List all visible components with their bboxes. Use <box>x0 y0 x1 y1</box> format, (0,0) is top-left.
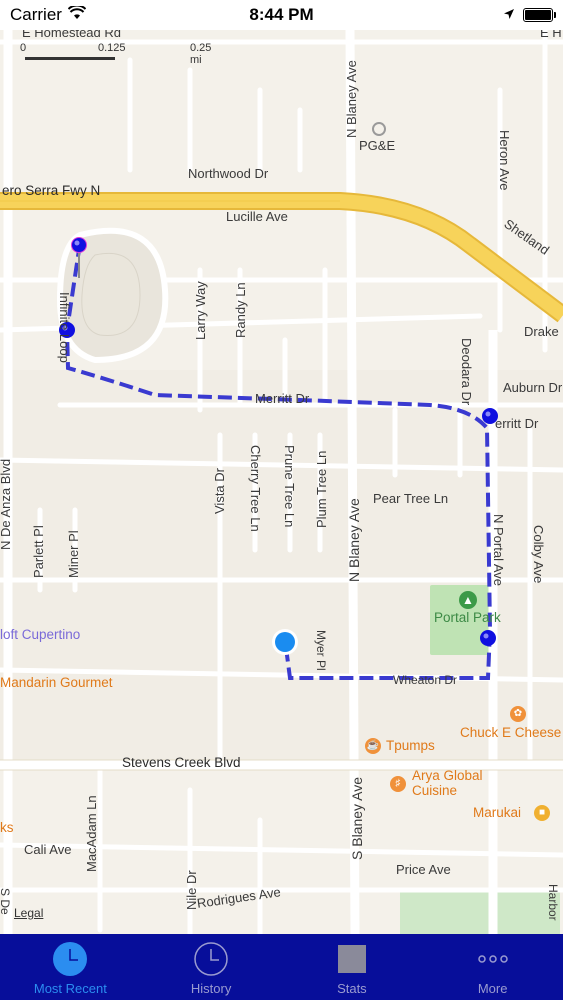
label-homestead-e: E H <box>540 30 562 40</box>
tpumps-icon: ☕ <box>365 738 381 754</box>
label-arya-1: Arya Global <box>412 768 483 783</box>
carrier-label: Carrier <box>10 5 62 24</box>
label-sde: S De <box>0 888 12 915</box>
label-myer: Myer Pl <box>314 630 328 671</box>
label-vista: Vista Dr <box>212 468 227 514</box>
label-de-anza: N De Anza Blvd <box>0 458 13 550</box>
label-parlett: Parlett Pl <box>31 525 46 578</box>
label-larry: Larry Way <box>193 281 208 340</box>
map-view[interactable]: ▲ ✿ ☕ ♯ ■ 0 0.125 0.25 mi E Homestead Rd… <box>0 30 563 934</box>
battery-icon <box>523 8 556 22</box>
label-freeway: ero Serra Fwy N <box>2 183 101 198</box>
label-harbor: Harbor <box>546 884 560 921</box>
clock-filled-icon <box>52 941 88 977</box>
label-stevens-creek: Stevens Creek Blvd <box>122 755 241 770</box>
label-mandarin: Mandarin Gourmet <box>0 675 113 690</box>
label-homestead: E Homestead Rd <box>22 30 121 40</box>
arya-global-icon: ♯ <box>390 776 406 792</box>
tab-label-more: More <box>477 981 508 996</box>
tab-history[interactable]: History <box>141 934 282 1000</box>
label-colby: Colby Ave <box>531 525 546 584</box>
label-northwood: Northwood Dr <box>188 166 269 181</box>
clock-outline-icon <box>193 941 229 977</box>
tab-stats[interactable]: Stats <box>282 934 423 1000</box>
label-randy: Randy Ln <box>233 282 248 338</box>
label-wheaton: Wheaton Dr <box>393 673 458 687</box>
label-cali: Cali Ave <box>24 842 72 857</box>
label-prune: Prune Tree Ln <box>282 445 297 528</box>
label-ks: ks <box>0 820 14 835</box>
status-bar: Carrier 8:44 PM <box>0 0 563 30</box>
pge-icon <box>372 122 386 136</box>
wifi-icon <box>67 4 87 25</box>
user-location-dot <box>270 627 300 657</box>
label-miner: Miner Pl <box>66 530 81 578</box>
label-deodara: Deodara Dr <box>459 338 474 406</box>
label-portal: N Portal Ave <box>491 514 506 587</box>
label-price: Price Ave <box>396 862 451 877</box>
tab-bar: Most Recent History Stats More <box>0 934 563 1000</box>
label-portal-park: Portal Park <box>434 610 501 625</box>
label-macadam: MacAdam Ln <box>84 795 99 872</box>
label-pge: PG&E <box>359 138 396 153</box>
label-blaney-n: N Blaney Ave <box>344 60 359 138</box>
chuck-e-cheese-icon: ✿ <box>510 706 526 722</box>
tab-label-most-recent: Most Recent <box>33 981 107 996</box>
label-lucille: Lucille Ave <box>226 209 288 224</box>
legal-link[interactable]: Legal <box>14 906 43 920</box>
marukai-icon: ■ <box>534 805 550 821</box>
label-blaney-n2: N Blaney Ave <box>346 498 362 582</box>
label-merritt: Merritt Dr <box>255 391 310 406</box>
label-aloft: loft Cupertino <box>0 627 81 642</box>
stats-square-icon <box>334 941 370 977</box>
location-arrow-icon <box>503 5 515 25</box>
status-time: 8:44 PM <box>249 5 314 24</box>
tab-more[interactable]: More <box>422 934 563 1000</box>
label-drake: Drake <box>524 324 559 339</box>
label-pear: Pear Tree Ln <box>373 491 449 506</box>
park-icon: ▲ <box>459 591 477 609</box>
label-heron: Heron Ave <box>497 130 512 191</box>
tab-most-recent[interactable]: Most Recent <box>0 934 141 1000</box>
scale-line <box>25 57 115 60</box>
tab-label-history: History <box>190 981 232 996</box>
more-dots-icon <box>475 941 511 977</box>
label-infinite-loop: Infinite Loop <box>57 292 72 363</box>
route-pin-start[interactable] <box>70 236 90 296</box>
label-arya-2: Cuisine <box>412 783 458 798</box>
label-cherry: Cherry Tree Ln <box>248 445 263 532</box>
label-auburn: Auburn Dr <box>503 380 563 395</box>
label-tpumps: Tpumps <box>386 738 435 753</box>
label-marukai: Marukai <box>473 805 522 820</box>
route-pin-4[interactable] <box>479 629 499 649</box>
label-chuck-e-cheese: Chuck E Cheese <box>460 725 562 740</box>
label-plum: Plum Tree Ln <box>314 450 329 528</box>
label-blaney-s: S Blaney Ave <box>349 776 365 860</box>
tab-label-stats: Stats <box>337 981 367 996</box>
label-merritt-e: erritt Dr <box>495 416 539 431</box>
